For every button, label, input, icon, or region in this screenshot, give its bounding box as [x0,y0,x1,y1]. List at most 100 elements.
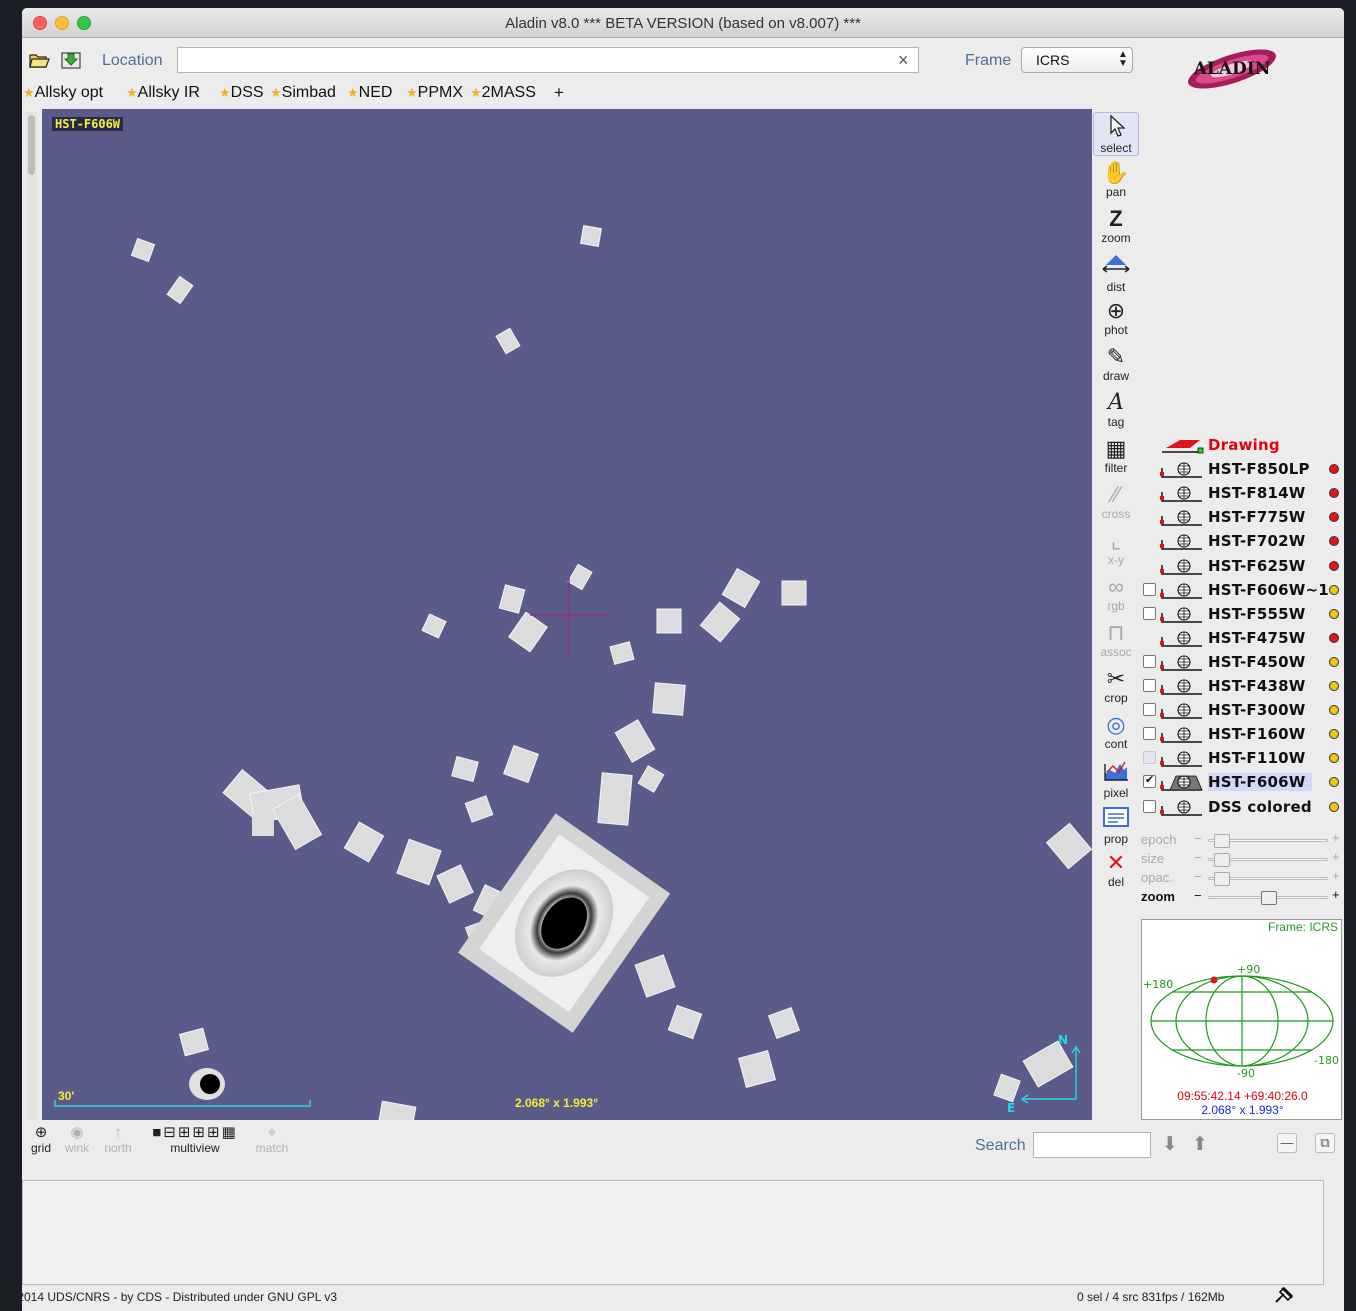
layer-visibility-checkbox[interactable] [1143,606,1156,620]
cursor-arrow-icon [1110,114,1126,137]
tool-del[interactable]: ✕ del [1093,850,1139,894]
north-button[interactable]: ↑ north [98,1125,138,1156]
tool-prop[interactable]: prop [1093,804,1139,848]
slider-track[interactable] [1208,853,1328,867]
distance-arrows-icon [1102,255,1130,273]
slider-knob[interactable] [1214,872,1231,886]
tool-zoom[interactable]: Z zoom [1093,206,1139,250]
download-icon[interactable] [60,50,82,70]
slider-track[interactable] [1208,834,1328,848]
layer-hst-f450w[interactable]: HST-F450W [1140,651,1344,673]
slider-track[interactable] [1208,891,1328,905]
slider-minus-button[interactable]: − [1194,831,1202,846]
slider-plus-button[interactable]: + [1332,887,1340,902]
layer-visibility-checkbox[interactable] [1143,751,1156,765]
layer-visibility-checkbox[interactable] [1143,582,1156,596]
grid-button[interactable]: ⊕ grid [26,1125,56,1156]
slider-minus-button[interactable]: − [1194,850,1202,865]
layer-visibility-checkbox[interactable] [1143,703,1156,717]
layer-hst-f850lp[interactable]: HST-F850LP [1140,458,1344,480]
slider-knob[interactable] [1261,891,1277,905]
tool-cross[interactable]: ⁄⁄ cross [1093,482,1139,526]
open-folder-icon[interactable] [28,50,50,70]
slider-plus-button[interactable]: + [1332,830,1340,845]
shortcut-ppmx[interactable]: ★PPMX [406,84,463,102]
tool-select[interactable]: select [1093,112,1139,156]
tool-draw[interactable]: ✎ draw [1093,344,1139,388]
viewer-scrollbar[interactable] [26,112,37,1120]
shortcut-allsky-opt[interactable]: ★Allsky opt [23,84,103,102]
slider-knob[interactable] [1214,834,1231,848]
tool-filter[interactable]: ▦ filter [1093,436,1139,480]
layer-dss-colored[interactable]: DSS colored [1140,796,1344,818]
layer-hst-f110w[interactable]: HST-F110W [1140,747,1344,769]
search-up-icon[interactable]: ⬆ [1192,1133,1208,1156]
slider-minus-button[interactable]: − [1194,888,1202,903]
tool-pixel[interactable]: pixel [1093,758,1139,802]
location-input[interactable] [177,47,919,73]
overview-lat-bottom: -90 [1237,1067,1255,1080]
match-button[interactable]: ⌖ match [252,1125,292,1156]
multiview-selector[interactable]: ■⊟⊞⊞⊞▦ multiview [140,1125,250,1156]
slider-track[interactable] [1208,872,1328,886]
image-layer-icon [1160,703,1202,719]
layer-visibility-checkbox[interactable] [1143,679,1156,692]
layer-hst-f814w[interactable]: HST-F814W [1140,482,1344,504]
search-input[interactable] [1033,1132,1151,1158]
add-shortcut-button[interactable]: + [554,83,564,103]
slider-knob[interactable] [1214,853,1231,867]
layer-hst-f160w[interactable]: HST-F160W [1140,723,1344,745]
shortcut-simbad[interactable]: ★Simbad [270,84,336,102]
layer-visibility-checkbox[interactable] [1143,773,1156,789]
slider-plus-button[interactable]: + [1332,849,1340,864]
scrollbar-thumb[interactable] [28,115,35,175]
layer-status-dot-icon [1329,560,1339,571]
layer-hst-f606w[interactable]: HST-F606W [1140,771,1344,793]
layer-visibility-checkbox[interactable] [1143,727,1156,741]
histogram-icon [1104,761,1128,781]
layer-visibility-checkbox[interactable] [1143,799,1156,813]
image-layer-icon [1160,583,1202,599]
shortcut-dss[interactable]: ★DSS [219,84,264,102]
sky-overview[interactable]: Frame: ICRS +90 -90 +180 -180 09:55:42.1… [1141,919,1342,1120]
layer-hst-f300w[interactable]: HST-F300W [1140,699,1344,721]
star-icon: ★ [219,85,231,100]
shortcut-2mass[interactable]: ★2MASS [470,84,536,102]
wink-button[interactable]: ◉ wink [60,1125,94,1156]
shortcut-ned[interactable]: ★NED [347,84,392,102]
layer-visibility-checkbox[interactable] [1143,654,1156,668]
satellite-icon[interactable] [1274,1284,1296,1304]
tool-dist[interactable]: dist [1093,252,1139,296]
tool-x-y[interactable]: ⌞ x-y [1093,528,1139,572]
tool-phot[interactable]: ⊕ phot [1093,298,1139,342]
layer-name: HST-F450W [1208,652,1306,671]
assoc-icon: ⊓ [1107,620,1125,645]
layer-hst-f438w[interactable]: HST-F438W [1140,675,1344,697]
minimize-panel-icon[interactable]: — [1277,1133,1297,1153]
layer-hst-f555w[interactable]: HST-F555W [1140,603,1344,625]
console-panel[interactable] [22,1180,1324,1285]
tool-cont[interactable]: ◎ cont [1093,712,1139,756]
search-down-icon[interactable]: ⬇ [1162,1133,1178,1156]
location-label: Location [102,52,163,69]
layer-drawing[interactable]: Drawing [1140,434,1344,456]
hand-icon: ✋ [1102,160,1130,185]
tool-assoc[interactable]: ⊓ assoc [1093,620,1139,664]
layer-hst-f625w[interactable]: HST-F625W [1140,555,1344,577]
tool-rgb[interactable]: ∞ rgb [1093,574,1139,618]
shortcut-allsky-ir[interactable]: ★Allsky IR [126,84,200,102]
slider-plus-button[interactable]: + [1332,868,1340,883]
tool-crop[interactable]: ✂ crop [1093,666,1139,710]
image-viewer[interactable]: N E HST-F606W 30' 2.068° x 1.993° [42,109,1092,1120]
layer-hst-f702w[interactable]: HST-F702W [1140,530,1344,552]
frame-select[interactable]: ICRS [1021,47,1133,73]
clear-location-icon[interactable]: × [898,50,909,71]
layer-hst-f475w[interactable]: HST-F475W [1140,627,1344,649]
layer-hst-f775w[interactable]: HST-F775W [1140,506,1344,528]
slider-minus-button[interactable]: − [1194,869,1202,884]
tool-tag[interactable]: A tag [1093,390,1139,434]
layer-hst-f606w-1[interactable]: HST-F606W~1 [1140,579,1344,601]
tool-pan[interactable]: ✋ pan [1093,160,1139,204]
layer-name: HST-F475W [1208,628,1306,647]
external-window-icon[interactable]: ⧉ [1315,1133,1335,1153]
